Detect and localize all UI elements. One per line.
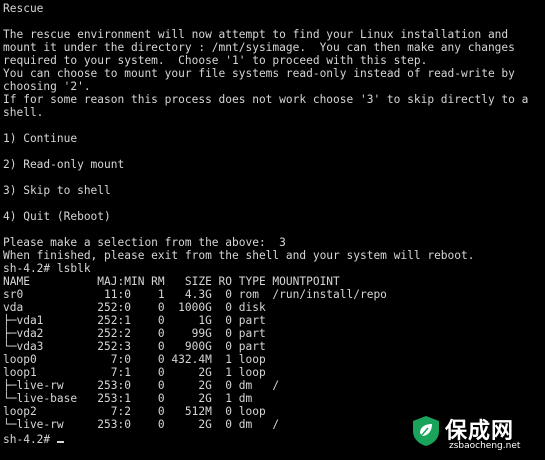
terminal-line: The rescue environment will now attempt …	[3, 28, 509, 41]
terminal-line: ├─vda1 252:1 0 1G 0 part	[3, 314, 266, 327]
terminal-line: ├─live-rw 253:0 0 2G 0 dm /	[3, 379, 280, 392]
shield-leaf-icon	[413, 416, 439, 446]
terminal-line: ├─vda2 252:2 0 99G 0 part	[3, 327, 266, 340]
terminal-line: mount it under the directory : /mnt/sysi…	[3, 41, 515, 54]
terminal-line: NAME MAJ:MIN RM SIZE RO TYPE MOUNTPOINT	[3, 275, 340, 288]
terminal-line: choosing '2'.	[3, 80, 91, 93]
terminal-line: sh-4.2# lsblk	[3, 262, 91, 275]
terminal-window[interactable]: Rescue The rescue environment will now at…	[0, 0, 545, 460]
terminal-line: 1) Continue	[3, 132, 78, 145]
terminal-line: 2) Read-only mount	[3, 158, 125, 171]
terminal-line: Please make a selection from the above: …	[3, 236, 286, 249]
text-cursor	[56, 431, 64, 443]
terminal-line: Rescue	[3, 2, 44, 15]
terminal-line: When finished, please exit from the shel…	[3, 249, 475, 262]
terminal-line: shell.	[3, 106, 44, 119]
terminal-line: └─vda3 252:3 0 900G 0 part	[3, 340, 266, 353]
terminal-line: loop1 7:1 0 2G 1 loop	[3, 366, 266, 379]
terminal-line: required to your system. Choose '1' to p…	[3, 54, 428, 67]
watermark-url: zsbaocheng.net	[449, 441, 521, 451]
terminal-output: Rescue The rescue environment will now at…	[3, 2, 545, 431]
terminal-line: vda 252:0 0 1000G 0 disk	[3, 301, 266, 314]
watermark: 保成网 zsbaocheng.net	[409, 410, 539, 456]
terminal-prompt: sh-4.2#	[3, 433, 57, 444]
terminal-line: 4) Quit (Reboot)	[3, 210, 111, 223]
terminal-line: 3) Skip to shell	[3, 184, 111, 197]
terminal-line: loop0 7:0 0 432.4M 1 loop	[3, 353, 266, 366]
terminal-line: └─live-base 253:1 0 2G 1 dm	[3, 392, 253, 405]
terminal-line: If for some reason this process does not…	[3, 93, 529, 106]
terminal-line: sr0 11:0 1 4.3G 0 rom /run/install/repo	[3, 288, 387, 301]
terminal-line: You can choose to mount your file system…	[3, 67, 515, 80]
